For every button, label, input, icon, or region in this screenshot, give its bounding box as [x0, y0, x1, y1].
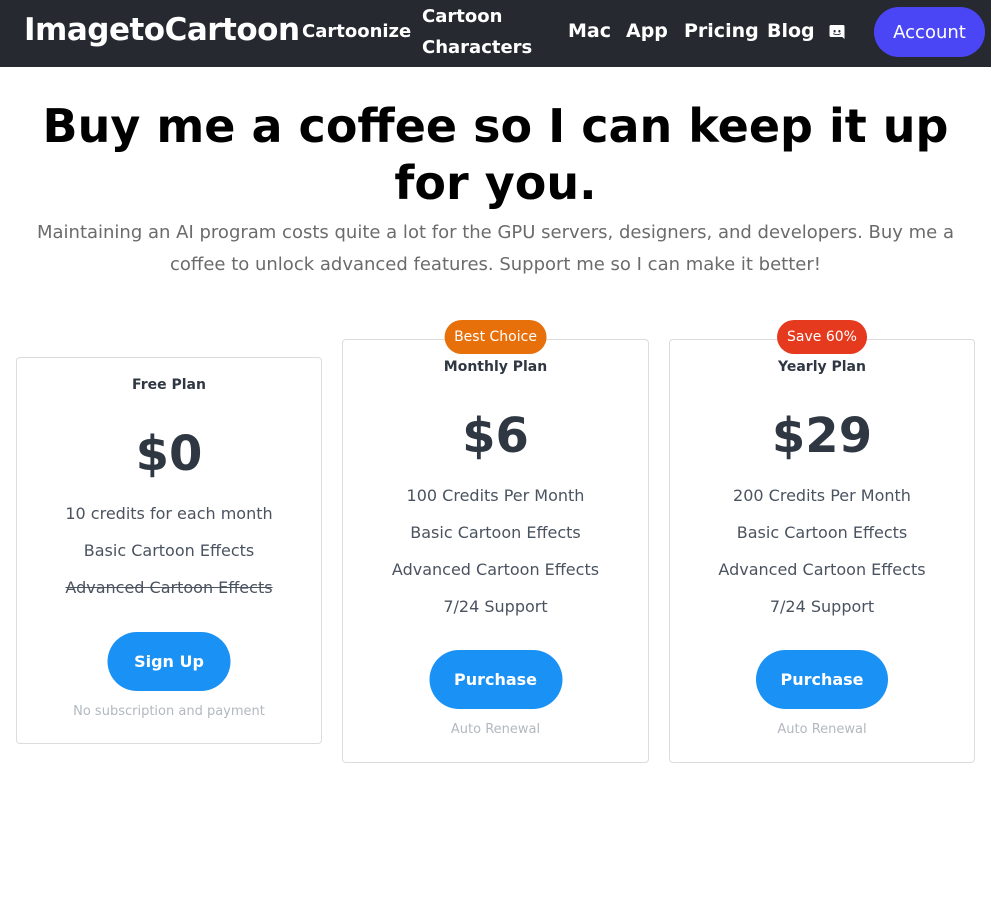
plan-price: $0	[135, 426, 203, 482]
plan-feature-unavailable: Advanced Cartoon Effects	[17, 577, 321, 599]
nav-pricing[interactable]: Pricing	[684, 16, 759, 47]
plan-note: Auto Renewal	[450, 722, 541, 737]
plan-price: $29	[771, 408, 873, 464]
nav-blog[interactable]: Blog	[767, 16, 815, 47]
plan-feature: 100 Credits Per Month	[406, 486, 585, 505]
plan-feature: Basic Cartoon Effects	[83, 541, 255, 560]
plan-name: Monthly Plan	[443, 359, 548, 375]
plan-card-monthly: Best Choice Monthly Plan $6 100 Credits …	[342, 320, 649, 763]
plan-feature: Advanced Cartoon Effects	[718, 560, 926, 579]
plan-feature: 10 credits for each month	[65, 504, 273, 523]
plan-card-yearly: Save 60% Yearly Plan $29 200 Credits Per…	[669, 320, 975, 763]
best-choice-badge: Best Choice	[444, 320, 547, 354]
nav-cartoonize[interactable]: Cartoonize	[302, 16, 411, 47]
plan-feature: 7/24 Support	[769, 597, 875, 616]
plan-note: Auto Renewal	[777, 722, 867, 737]
plan-feature: Basic Cartoon Effects	[410, 523, 581, 542]
page-title: Buy me a coffee so I can keep it up for …	[42, 99, 949, 210]
site-logo[interactable]: ImagetoCartoon	[24, 10, 300, 50]
top-navbar: ImagetoCartoon Cartoonize Cartoon Charac…	[0, 0, 991, 67]
page-subtitle: Maintaining an AI program costs quite a …	[36, 222, 955, 275]
plan-note: No subscription and payment	[73, 704, 265, 719]
plan-feature: Advanced Cartoon Effects	[391, 560, 600, 579]
plan-price: $6	[462, 408, 529, 464]
plan-feature: 200 Credits Per Month	[733, 486, 911, 505]
plan-name: Free Plan	[132, 377, 206, 393]
purchase-yearly-button[interactable]: Purchase	[756, 650, 888, 709]
discord-icon[interactable]	[829, 24, 845, 40]
plan-name: Yearly Plan	[778, 359, 866, 375]
plan-feature: 7/24 Support	[443, 597, 548, 616]
nav-mac[interactable]: Mac	[568, 16, 611, 47]
sign-up-button[interactable]: Sign Up	[107, 632, 231, 691]
nav-cartoon-characters[interactable]: Cartoon Characters	[422, 1, 532, 63]
save-badge: Save 60%	[777, 320, 867, 354]
purchase-monthly-button[interactable]: Purchase	[429, 650, 562, 709]
plan-card-free: Free Plan $0 10 credits for each month B…	[16, 357, 322, 744]
account-button[interactable]: Account	[874, 7, 985, 57]
nav-app[interactable]: App	[626, 16, 668, 47]
plan-feature: Basic Cartoon Effects	[736, 523, 908, 542]
plan-feature-label: Advanced Cartoon Effects	[65, 578, 273, 597]
